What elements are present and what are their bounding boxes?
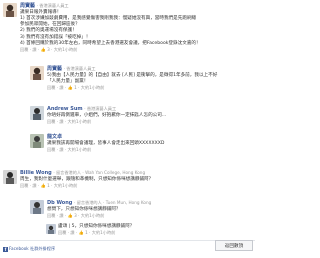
comment-author[interactable]: 周寶藝 xyxy=(47,66,62,72)
comment-author[interactable]: Db Wong xyxy=(47,200,72,206)
comment-via: · 香港演藝人員工 xyxy=(36,3,69,8)
comment-author[interactable]: 龍文卓 xyxy=(47,134,62,140)
comment-actions[interactable]: 回覆 · 讚 · 大約1小時前 xyxy=(47,147,252,153)
avatar[interactable] xyxy=(30,200,44,214)
avatar[interactable] xyxy=(30,66,44,80)
comment-author[interactable]: Billie Wong xyxy=(20,170,52,176)
avatar[interactable] xyxy=(46,224,56,234)
comment-actions[interactable]: 回覆 · 讚 · 👍 3 · 大約1小時前 xyxy=(47,213,252,219)
avatar[interactable] xyxy=(30,134,44,148)
avatar[interactable] xyxy=(30,106,44,120)
comment-actions[interactable]: 回覆 · 讚 · 👍 3 · 大約1小時前 xyxy=(20,47,252,53)
facebook-icon: f xyxy=(3,246,8,252)
comment-via: · 香港演藝人員工 xyxy=(63,66,96,71)
comment-actions[interactable]: 回覆 · 讚 · 👍 1 · 大約1小時前 xyxy=(58,230,252,236)
comment-actions[interactable]: 回覆 · 讚 · 👍 1 · 大約1小時前 xyxy=(20,183,252,189)
comment-actions[interactable]: 回覆 · 讚 · 大約1小時前 xyxy=(47,119,252,125)
comment-via: · 香港演藝人員工 xyxy=(84,106,117,111)
comment-via: · 留言香港的人 · Wah Yan College, Hong Kong xyxy=(53,170,146,175)
back-to-top-button[interactable]: 返回數頂 xyxy=(215,240,253,251)
avatar[interactable] xyxy=(3,3,17,17)
comment-author[interactable]: Andrew Sum xyxy=(47,106,83,112)
comment-author[interactable]: 周寶藝 xyxy=(20,3,35,9)
comment-via: · 留言香港的人 · Tuen Mun, Hong Kong xyxy=(73,200,152,205)
facebook-plugin-label: Facebook 社群外掛程序 xyxy=(9,246,56,251)
facebook-plugin-link[interactable]: f Facebook 社群外掛程序 xyxy=(3,246,55,252)
comment-actions[interactable]: 回覆 · 讚 · 👍 1 · 大約1小時前 xyxy=(47,85,252,91)
avatar[interactable] xyxy=(3,170,17,184)
